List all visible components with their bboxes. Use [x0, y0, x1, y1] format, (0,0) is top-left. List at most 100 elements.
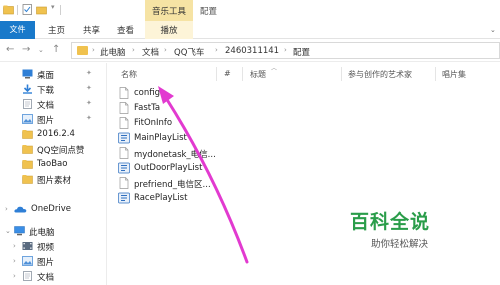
- new-folder-icon[interactable]: [36, 4, 47, 15]
- chevron-down-icon[interactable]: ⌄: [5, 227, 11, 235]
- playlist-icon: [118, 162, 130, 174]
- music-tools-context-tab: 音乐工具: [145, 0, 193, 21]
- list-item[interactable]: OutDoorPlayList: [118, 161, 348, 176]
- breadcrumb-qq-speed[interactable]: QQ飞车: [174, 46, 204, 58]
- pin-icon[interactable]: ✦: [86, 69, 92, 77]
- picture-icon: [22, 256, 33, 266]
- pin-icon[interactable]: ✦: [86, 114, 92, 122]
- tab-share[interactable]: 共享: [83, 24, 100, 36]
- nav-item-folder-2016[interactable]: 2016.2.4: [0, 127, 106, 142]
- nav-item-this-pc[interactable]: ⌄ 此电脑: [0, 224, 106, 239]
- nav-item-documents-pc[interactable]: › 文档: [0, 269, 106, 284]
- breadcrumb-account[interactable]: 2460311141: [225, 46, 279, 56]
- list-item[interactable]: FitOnInfo: [118, 116, 348, 131]
- file-name: OutDoorPlayList: [134, 163, 203, 173]
- chevron-right-icon[interactable]: ›: [215, 46, 218, 54]
- computer-icon: [14, 226, 25, 236]
- address-toolbar: ← → ⌄ ↑ › 此电脑 › 文档 › QQ飞车 › 2460311141 ›…: [0, 40, 500, 62]
- ribbon-tabs: 文件 主页 共享 查看 播放 ⌄: [0, 21, 500, 39]
- expand-ribbon-icon[interactable]: ⌄: [490, 26, 496, 34]
- nav-item-downloads[interactable]: 下载 ✦: [0, 82, 106, 97]
- properties-icon[interactable]: [22, 4, 33, 15]
- folder-icon: [22, 130, 33, 139]
- column-header-name[interactable]: 名称: [121, 69, 137, 80]
- forward-icon[interactable]: →: [22, 44, 30, 55]
- chevron-right-icon[interactable]: ›: [164, 46, 167, 54]
- nav-item-onedrive[interactable]: › OneDrive: [0, 202, 106, 217]
- sort-ascending-icon: ︿: [271, 65, 278, 72]
- chevron-right-icon[interactable]: ›: [13, 272, 16, 280]
- column-header-artists[interactable]: 参与创作的艺术家: [348, 69, 412, 80]
- file-name: RacePlayList: [134, 193, 188, 203]
- download-icon: [23, 84, 32, 94]
- playlist-icon: [118, 132, 130, 144]
- list-item[interactable]: mydonetask_电信...: [118, 146, 348, 161]
- watermark-logo: 百科全说: [350, 211, 431, 233]
- recent-locations-icon[interactable]: ⌄: [38, 46, 44, 54]
- file-icon: [119, 117, 129, 129]
- nav-item-videos[interactable]: › 视频: [0, 239, 106, 254]
- column-header-title[interactable]: 标题: [250, 69, 266, 80]
- file-icon: [119, 147, 129, 159]
- list-item[interactable]: MainPlayList: [118, 131, 348, 146]
- file-icon: [119, 87, 129, 99]
- column-header-number[interactable]: #: [224, 69, 231, 78]
- nav-item-desktop[interactable]: 桌面 ✦: [0, 67, 106, 82]
- nav-item-folder-picture-assets[interactable]: 图片素材: [0, 172, 106, 187]
- breadcrumb-this-pc[interactable]: 此电脑: [100, 46, 126, 58]
- pin-icon[interactable]: ✦: [86, 84, 92, 92]
- chevron-right-icon[interactable]: ›: [13, 242, 16, 250]
- column-header-row: ︿ 名称 # 标题 参与创作的艺术家 唱片集: [108, 63, 500, 84]
- document-icon: [23, 99, 32, 109]
- file-icon: [119, 102, 129, 114]
- file-name: FastTa: [134, 103, 161, 113]
- file-icon: [119, 177, 129, 189]
- file-name: FitOnInfo: [134, 118, 173, 128]
- folder-icon: [22, 175, 33, 184]
- desktop-icon: [22, 69, 33, 79]
- watermark-tagline: 助你轻松解决: [371, 239, 429, 250]
- nav-item-folder-qq-likes[interactable]: QQ空间点赞: [0, 142, 106, 157]
- list-item[interactable]: prefriend_电信区...: [118, 176, 348, 191]
- chevron-right-icon[interactable]: ›: [5, 205, 8, 213]
- folder-icon: [3, 5, 14, 15]
- folder-icon: [22, 145, 33, 154]
- tab-view[interactable]: 查看: [117, 24, 134, 36]
- onedrive-icon: [14, 206, 27, 213]
- tab-file[interactable]: 文件: [0, 21, 35, 39]
- list-item[interactable]: RacePlayList: [118, 191, 348, 206]
- address-bar[interactable]: › 此电脑 › 文档 › QQ飞车 › 2460311141 › 配置: [71, 42, 500, 59]
- window-title: 配置: [200, 7, 218, 17]
- folder-icon: [77, 46, 88, 55]
- file-name: config: [134, 88, 161, 98]
- nav-item-folder-taobao[interactable]: TaoBao: [0, 157, 106, 172]
- list-item[interactable]: FastTa: [118, 101, 348, 116]
- nav-item-pictures-pc[interactable]: › 图片: [0, 254, 106, 269]
- column-header-album[interactable]: 唱片集: [442, 69, 466, 80]
- file-name: prefriend_电信区...: [134, 180, 211, 190]
- navigation-pane: 桌面 ✦ 下载 ✦ 文档 ✦ 图片 ✦ 2016.2.4 QQ空间点赞 TaoB…: [0, 63, 107, 285]
- tab-home[interactable]: 主页: [48, 24, 65, 36]
- pin-icon[interactable]: ✦: [86, 99, 92, 107]
- chevron-right-icon[interactable]: ›: [284, 46, 287, 54]
- video-icon: [22, 242, 33, 250]
- document-icon: [23, 271, 32, 281]
- breadcrumb-documents[interactable]: 文档: [142, 46, 159, 58]
- context-tab-label: 音乐工具: [151, 7, 186, 17]
- folder-icon: [22, 160, 33, 169]
- title-bar: ▾ 音乐工具 配置: [0, 0, 500, 21]
- chevron-right-icon[interactable]: ›: [132, 46, 135, 54]
- back-icon[interactable]: ←: [6, 44, 14, 55]
- file-list: config FastTa FitOnInfo MainPlayList myd…: [108, 84, 500, 285]
- file-name: MainPlayList: [134, 133, 187, 143]
- nav-item-pictures[interactable]: 图片 ✦: [0, 112, 106, 127]
- file-name: mydonetask_电信...: [134, 150, 216, 160]
- customize-toolbar-icon[interactable]: ▾: [51, 3, 55, 11]
- up-icon[interactable]: ↑: [52, 44, 60, 55]
- chevron-right-icon[interactable]: ›: [92, 46, 95, 54]
- breadcrumb-config[interactable]: 配置: [293, 46, 310, 58]
- nav-item-documents[interactable]: 文档 ✦: [0, 97, 106, 112]
- list-item[interactable]: config: [118, 86, 348, 101]
- tab-play[interactable]: 播放: [145, 21, 193, 39]
- chevron-right-icon[interactable]: ›: [13, 257, 16, 265]
